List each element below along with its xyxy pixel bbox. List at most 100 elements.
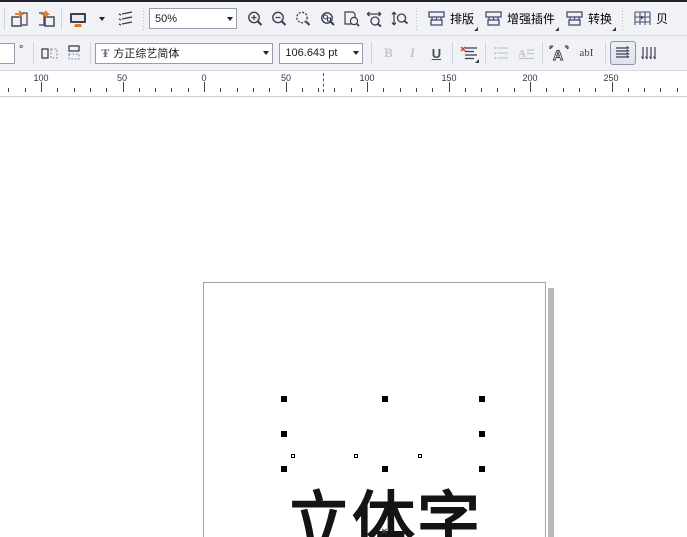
zoom-level-dropdown[interactable] bbox=[223, 9, 236, 28]
ruler-label: 0 bbox=[201, 73, 207, 83]
bulleted-list-button[interactable] bbox=[490, 41, 514, 65]
horizontal-text-button[interactable] bbox=[610, 41, 637, 65]
ruler-tick bbox=[269, 88, 271, 92]
ruler-label: 150 bbox=[441, 73, 457, 83]
ruler-tick bbox=[220, 88, 222, 92]
ruler-label: 200 bbox=[522, 73, 538, 83]
zoom-out-button[interactable] bbox=[267, 7, 291, 31]
font-list-dropdown[interactable] bbox=[259, 44, 272, 63]
ruler-tick bbox=[627, 88, 629, 92]
ruler-tick-major bbox=[41, 82, 42, 92]
zoom-to-page-button[interactable] bbox=[339, 7, 363, 31]
page-shadow bbox=[548, 288, 554, 537]
vertical-text-button[interactable] bbox=[636, 41, 662, 65]
ruler-tick-major bbox=[448, 82, 450, 92]
macro-options-button[interactable] bbox=[114, 7, 138, 31]
ruler-tick bbox=[660, 88, 662, 92]
ruler-tick bbox=[106, 88, 108, 92]
import-button[interactable] bbox=[9, 7, 33, 31]
character-node-marker[interactable] bbox=[291, 454, 295, 458]
horizontal-ruler[interactable]: 100 50 0 50 100 150 200 250 bbox=[0, 71, 687, 97]
ruler-label: 250 bbox=[603, 73, 619, 83]
zoom-to-selected-button[interactable] bbox=[291, 7, 315, 31]
ruler-tick bbox=[301, 88, 303, 92]
selection-handle[interactable] bbox=[281, 431, 287, 437]
vertical-text-icon bbox=[641, 47, 657, 60]
selection-handle[interactable] bbox=[382, 466, 388, 472]
mirror-vertical-icon bbox=[68, 45, 81, 60]
zoom-to-all-objects-button[interactable] bbox=[315, 7, 339, 31]
drop-cap-button[interactable]: A bbox=[514, 41, 538, 65]
zoom-in-button[interactable] bbox=[243, 7, 267, 31]
ruler-tick-major bbox=[611, 82, 613, 92]
ruler-tick-major bbox=[122, 82, 124, 92]
toolbar-divider bbox=[33, 42, 35, 64]
toolbar-divider bbox=[605, 42, 607, 64]
selection-handle[interactable] bbox=[479, 431, 485, 437]
export-button[interactable] bbox=[33, 7, 57, 31]
selection-handle[interactable] bbox=[479, 466, 485, 472]
rotation-angle-input[interactable] bbox=[0, 42, 15, 64]
font-size-dropdown[interactable] bbox=[349, 44, 362, 63]
macro-button-label: 转换 bbox=[588, 12, 613, 26]
toolbar-divider bbox=[371, 42, 373, 64]
property-bar: ° Ŧ 方正综艺简体 106.643 pt B I U A A abI bbox=[0, 36, 687, 71]
macro-button-truncated[interactable]: 贝 bbox=[628, 6, 668, 32]
selection-handle[interactable] bbox=[281, 396, 287, 402]
ruler-tick bbox=[464, 88, 466, 92]
text-alignment-none-icon bbox=[460, 46, 478, 60]
standard-toolbar: 50% 排版 增强插件 转换 贝 bbox=[0, 2, 687, 36]
window-panel-icon bbox=[566, 11, 583, 26]
font-size-combobox[interactable]: 106.643 pt bbox=[279, 42, 364, 64]
ruler-tick bbox=[562, 88, 564, 92]
chevron-down-icon bbox=[226, 16, 233, 21]
ruler-tick bbox=[8, 88, 10, 92]
zoom-level-combobox[interactable]: 50% bbox=[149, 8, 237, 29]
mirror-vertical-button[interactable] bbox=[62, 41, 86, 65]
zoom-page-height-icon bbox=[391, 11, 408, 25]
zoom-selected-icon bbox=[295, 11, 310, 26]
text-alignment-button[interactable] bbox=[457, 41, 481, 65]
application-launcher-icon bbox=[70, 12, 86, 27]
macro-options-icon bbox=[118, 10, 133, 26]
ruler-tick bbox=[481, 88, 483, 92]
character-node-marker[interactable] bbox=[354, 454, 358, 458]
toolbar-divider bbox=[485, 42, 487, 64]
window-panel-icon bbox=[485, 11, 502, 26]
selection-handle[interactable] bbox=[281, 466, 287, 472]
mirror-horizontal-button[interactable] bbox=[38, 41, 62, 65]
ruler-tick bbox=[73, 88, 75, 92]
font-list-combobox[interactable]: Ŧ 方正综艺简体 bbox=[95, 42, 274, 64]
truetype-icon: Ŧ bbox=[101, 46, 110, 60]
toolbar-grip bbox=[621, 7, 625, 30]
ruler-tick bbox=[676, 88, 678, 92]
application-launcher-dropdown[interactable] bbox=[90, 7, 114, 31]
macro-button-plugins[interactable]: 增强插件 bbox=[479, 6, 560, 32]
ruler-tick bbox=[89, 88, 91, 92]
macro-button-typesetting[interactable]: 排版 bbox=[422, 6, 479, 32]
italic-button[interactable]: I bbox=[400, 41, 424, 65]
ruler-tick-major bbox=[367, 82, 368, 92]
mirror-horizontal-icon bbox=[41, 48, 58, 59]
application-launcher-button[interactable] bbox=[66, 7, 90, 31]
selection-handle[interactable] bbox=[479, 396, 485, 402]
drawing-workspace[interactable]: 立体字 × bbox=[0, 97, 687, 537]
character-formatting-button[interactable]: A bbox=[547, 41, 571, 65]
character-node-marker[interactable] bbox=[418, 454, 422, 458]
edit-text-icon: abI bbox=[579, 47, 594, 59]
underline-button[interactable]: U bbox=[424, 41, 448, 65]
edit-text-button[interactable]: abI bbox=[571, 41, 601, 65]
ruler-tick bbox=[497, 88, 499, 92]
macro-button-convert[interactable]: 转换 bbox=[560, 6, 617, 32]
zoom-to-page-height-button[interactable] bbox=[387, 7, 411, 31]
toolbar-grip bbox=[415, 7, 418, 30]
ruler-tick bbox=[187, 88, 189, 92]
svg-text:A: A bbox=[553, 47, 563, 63]
zoom-to-page-width-button[interactable] bbox=[363, 7, 387, 31]
font-size-value: 106.643 pt bbox=[285, 47, 338, 59]
ruler-tick bbox=[318, 88, 320, 92]
bold-button[interactable]: B bbox=[376, 41, 400, 65]
toolbar-divider bbox=[542, 42, 544, 64]
selection-handle[interactable] bbox=[382, 396, 388, 402]
ruler-tick bbox=[513, 88, 515, 92]
